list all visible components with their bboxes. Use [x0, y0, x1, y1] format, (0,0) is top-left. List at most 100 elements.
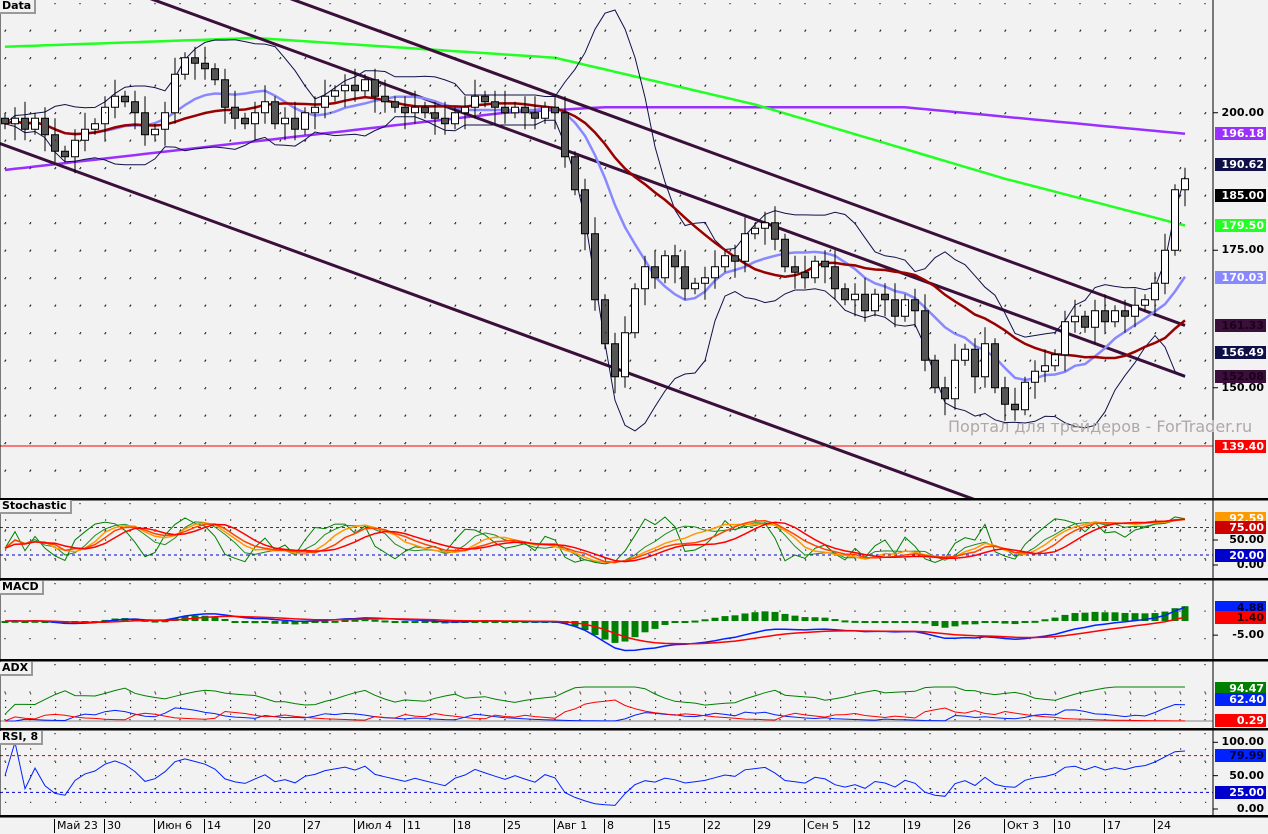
candle — [131, 101, 139, 114]
panel-label-rsi: RSI, 8 — [0, 731, 44, 745]
candle — [471, 95, 479, 108]
panel-separator — [0, 728, 1268, 731]
macd-histogram-bar — [1051, 617, 1059, 621]
candle — [1001, 387, 1009, 405]
candle — [621, 332, 629, 378]
candle — [681, 266, 689, 290]
axis-tick-label: 50.00 — [1229, 533, 1264, 546]
candle — [1, 117, 9, 125]
candle — [441, 117, 449, 125]
panel-label-adx: ADX — [0, 662, 34, 676]
macd-histogram-bar — [941, 621, 949, 628]
candle — [271, 101, 279, 125]
candle — [321, 95, 329, 108]
date-axis-label: 11 — [404, 819, 421, 833]
date-axis-label: 22 — [704, 819, 721, 833]
value-tag: 152.08 — [1215, 369, 1266, 383]
candle — [601, 299, 609, 345]
macd-histogram-bar — [381, 620, 389, 623]
macd-histogram-bar — [621, 621, 629, 642]
candle — [1161, 249, 1169, 284]
candle — [721, 255, 729, 268]
value-tag: 1.40 — [1215, 610, 1266, 624]
macd-histogram-bar — [1021, 621, 1029, 623]
candle — [1081, 315, 1089, 328]
candle — [171, 73, 179, 114]
candle — [831, 266, 839, 290]
macd-histogram-bar — [271, 621, 279, 624]
candle — [191, 57, 199, 64]
candle — [241, 117, 249, 125]
candle — [1131, 304, 1139, 317]
candle — [1121, 310, 1129, 317]
macd-histogram-bar — [691, 620, 699, 623]
macd-histogram-bar — [261, 621, 269, 623]
candle — [301, 112, 309, 130]
candle — [891, 299, 899, 317]
candle — [751, 227, 759, 235]
macd-histogram-bar — [991, 621, 999, 623]
candle — [611, 343, 619, 378]
value-tag: 170.03 — [1215, 271, 1266, 285]
macd-histogram-bar — [241, 621, 249, 623]
date-axis-label: 18 — [454, 819, 471, 833]
macd-histogram-bar — [971, 621, 979, 625]
candle — [961, 348, 969, 361]
candle — [911, 299, 919, 312]
candle — [1151, 282, 1159, 301]
date-axis-label: Июл 4 — [354, 819, 392, 833]
macd-histogram-bar — [1091, 611, 1099, 621]
candle — [991, 343, 999, 389]
macd-histogram-bar — [681, 621, 689, 623]
panel-label-main: Data — [0, 0, 37, 14]
macd-histogram-bar — [251, 621, 259, 624]
candle — [771, 222, 779, 240]
candle — [791, 266, 799, 273]
macd-histogram-bar — [741, 613, 749, 621]
candle — [151, 128, 159, 136]
value-tag: 190.62 — [1215, 157, 1266, 171]
candle — [311, 106, 319, 114]
candle — [861, 293, 869, 312]
candle — [451, 112, 459, 125]
candle — [741, 233, 749, 262]
date-axis-label: 27 — [304, 819, 321, 833]
candle — [381, 95, 389, 103]
candle — [11, 117, 19, 125]
candle — [491, 101, 499, 108]
candle — [291, 117, 299, 130]
value-tag: 20.00 — [1215, 548, 1266, 562]
macd-histogram-bar — [721, 616, 729, 621]
candle — [511, 106, 519, 114]
panel-separator — [0, 498, 1268, 501]
macd-histogram-bar — [391, 621, 399, 623]
macd-histogram-bar — [901, 621, 909, 623]
candle — [971, 348, 979, 378]
macd-histogram-bar — [861, 621, 869, 623]
date-axis-label: Окт 3 — [1004, 819, 1039, 833]
macd-histogram-bar — [791, 615, 799, 621]
macd-histogram-bar — [711, 617, 719, 621]
candle — [1091, 310, 1099, 328]
macd-histogram-bar — [931, 621, 939, 627]
candle — [411, 106, 419, 114]
candle — [1021, 381, 1029, 411]
macd-histogram-bar — [911, 621, 919, 623]
candle — [361, 79, 369, 92]
macd-histogram-bar — [841, 620, 849, 623]
candle — [1041, 365, 1049, 372]
axis-tick-label: 100.00 — [1221, 735, 1264, 749]
macd-histogram-bar — [881, 621, 889, 623]
candle — [261, 101, 269, 114]
date-axis-label: 14 — [204, 819, 221, 833]
candle — [331, 90, 339, 97]
candle — [41, 117, 49, 136]
candle — [801, 271, 809, 279]
candle — [161, 112, 169, 130]
candle — [941, 387, 949, 400]
candle — [541, 106, 549, 119]
macd-histogram-bar — [1011, 621, 1019, 625]
macd-histogram-bar — [231, 621, 239, 623]
macd-histogram-bar — [1061, 614, 1069, 621]
axis-tick-label: 200.00 — [1221, 105, 1264, 119]
